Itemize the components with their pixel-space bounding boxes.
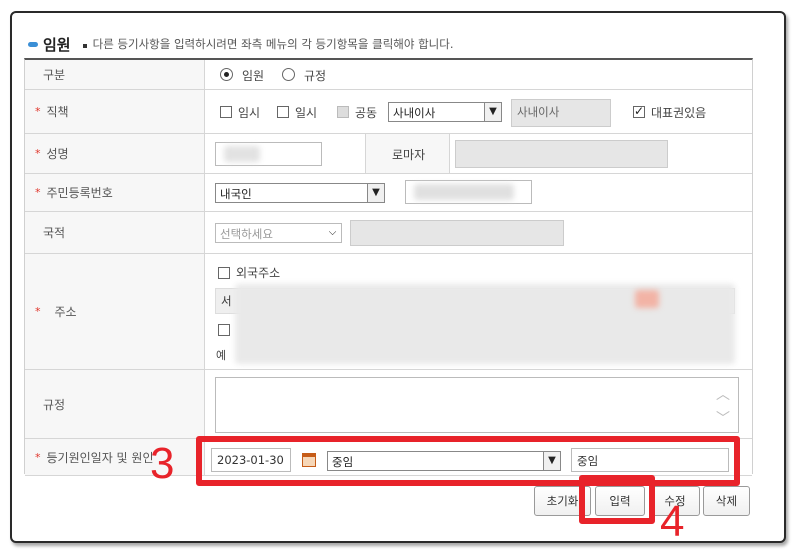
delete-button[interactable]: 삭제 [703,486,750,516]
checkbox-address-option[interactable] [218,324,230,336]
radio-imwon-label: 임원 [242,69,265,83]
registration-cause-select[interactable]: 중임 ▼ [327,451,561,471]
checkbox-gongdong[interactable] [337,106,349,118]
name-input[interactable] [215,142,322,166]
nationality-field[interactable] [350,220,564,246]
row-rule: 규정 ︿ ﹀ [25,370,752,439]
roman-name-field[interactable] [455,140,668,168]
section-title: 임원 [43,35,71,54]
scroll-down-icon[interactable]: ﹀ [716,408,730,428]
label-nationality: 국적 [25,212,205,253]
label-address: * 주소 [25,254,205,369]
radio-gyujeong[interactable] [282,68,295,81]
checkbox-foreign-address[interactable] [218,267,230,279]
blurred-name [224,146,260,162]
resident-type-select[interactable]: 내국인 ▼ [215,183,385,203]
position-readonly-field: 사내이사 [511,99,611,127]
checkbox-foreign-address-label: 외국주소 [236,266,281,280]
label-name: * 성명 [25,134,205,173]
resident-number-input[interactable] [405,180,532,204]
label-rule: 규정 [25,370,205,438]
square-bullet-icon [82,44,87,48]
row-gubun: 구분 임원 규정 [25,60,752,90]
label-resident: * 주민등록번호 [25,174,205,211]
label-registration: * 등기원인일자 및 원인 [25,439,205,475]
roman-label-cell: 로마자 [365,134,450,173]
blurred-address-mark [635,290,659,308]
checkbox-ilsi-label: 일시 [295,106,318,120]
blurred-resident-number [414,184,514,200]
step3-annotation: 3 [150,439,175,488]
row-name: * 성명 로마자 [25,134,752,174]
row-resident: * 주민등록번호 내국인 ▼ [25,174,752,212]
rule-textarea[interactable]: ︿ ﹀ [215,377,739,433]
blurred-address [235,284,735,364]
roman-label: 로마자 [392,148,426,162]
reset-button[interactable]: 초기화 [534,486,591,516]
form-table: 구분 임원 규정 *직책 임시 일시 공동 사내이사 ▼ 사내이사 대표권있음 [24,58,753,476]
bullet-icon [28,41,38,47]
chevron-down-icon: ▼ [367,184,384,202]
checkbox-ilsi[interactable] [277,106,289,118]
address-note: 예 [216,349,227,362]
row-address: * 주소 외국주소 서 예 [25,254,752,370]
chevron-down-icon: ⌵ [324,224,341,242]
section-header: 임원 다른 등기사항을 입력하시려면 좌측 메뉴의 각 등기항목을 클릭해야 합… [28,33,454,55]
checkbox-gongdong-label: 공동 [355,106,378,120]
section-description: 다른 등기사항을 입력하시려면 좌측 메뉴의 각 등기항목을 클릭해야 합니다. [92,37,454,51]
label-gubun: 구분 [25,60,205,89]
scroll-up-icon[interactable]: ︿ [716,384,730,404]
label-position: * 직책 [25,90,205,133]
checkbox-imsi[interactable] [220,106,232,118]
row-position: *직책 임시 일시 공동 사내이사 ▼ 사내이사 대표권있음 [25,90,752,134]
registration-cause-text[interactable]: 중임 [571,448,729,472]
chevron-down-icon: ▼ [484,103,501,121]
position-select[interactable]: 사내이사 ▼ [388,102,502,122]
row-registration: * 등기원인일자 및 원인 2023-01-30 중임 ▼ 중임 [25,439,752,476]
step4-annotation: 4 [660,497,685,546]
checkbox-representative-label: 대표권있음 [651,106,707,120]
checkbox-representative[interactable] [633,104,645,118]
radio-gyujeong-label: 규정 [304,69,327,83]
input-button[interactable]: 입력 [595,486,645,516]
calendar-icon[interactable] [302,453,316,467]
registration-date-input[interactable]: 2023-01-30 [211,448,291,472]
row-nationality: 국적 선택하세요 ⌵ [25,212,752,254]
chevron-down-icon: ▼ [543,452,560,470]
nationality-select[interactable]: 선택하세요 ⌵ [215,223,342,243]
checkbox-imsi-label: 임시 [238,106,261,120]
radio-imwon[interactable] [220,68,233,81]
